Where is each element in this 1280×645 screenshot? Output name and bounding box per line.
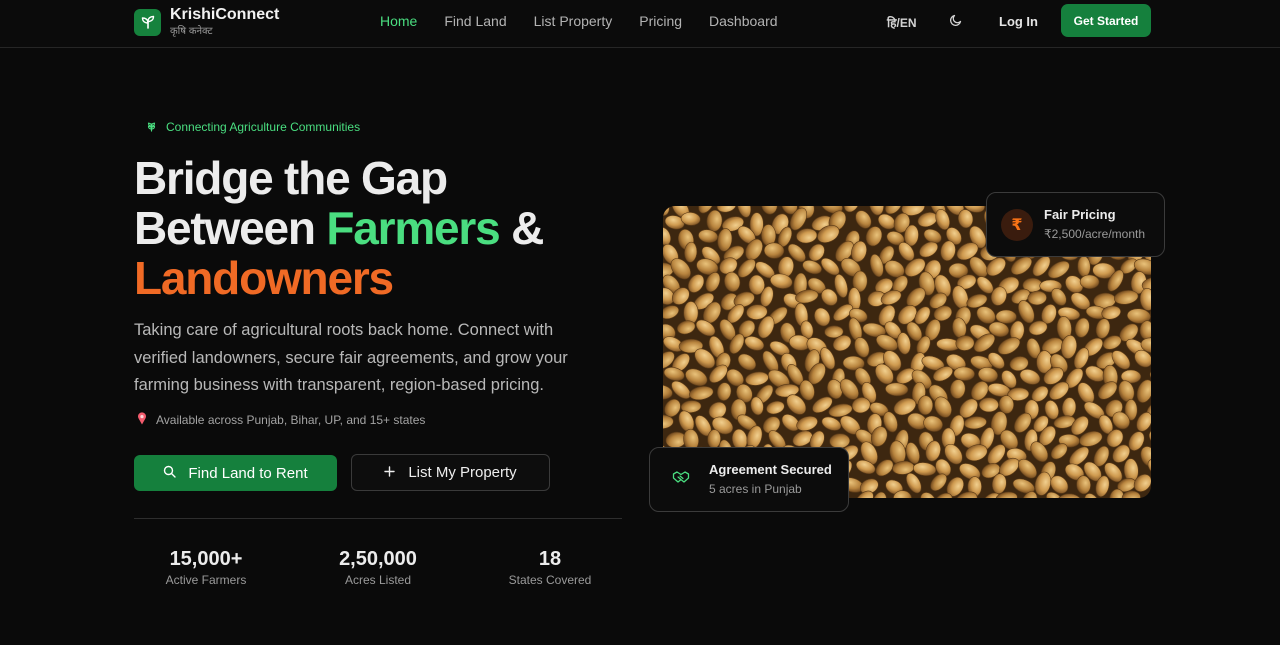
plus-icon — [384, 464, 396, 481]
stat-value: 15,000+ — [169, 548, 243, 570]
stat-value: 2,50,000 — [339, 548, 417, 570]
fair-pricing-card: ₹ Fair Pricing ₹2,500/acre/month — [986, 192, 1165, 257]
hero-description: Taking care of agricultural roots back h… — [134, 321, 568, 394]
headline-line2-pre: Between — [134, 202, 327, 254]
stat-farmers: 15,000+ Active Farmers — [136, 547, 276, 588]
stats-divider — [134, 518, 622, 519]
nav-home[interactable]: Home — [380, 13, 417, 29]
agreement-title: Agreement Secured — [709, 462, 832, 477]
brand-subtitle: कृषि कनेक्ट — [170, 26, 213, 37]
wheat-icon — [145, 119, 158, 135]
headline-landowners: Landowners — [134, 252, 394, 304]
stat-label: Acres Listed — [344, 573, 412, 587]
navbar: KrishiConnect कृषि कनेक्ट Home Find Land… — [0, 0, 1280, 48]
sprout-icon — [134, 8, 161, 36]
stat-states: 18 States Covered — [480, 547, 620, 588]
brand[interactable]: KrishiConnect कृषि कनेक्ट — [134, 6, 279, 38]
list-property-button[interactable]: List My Property — [351, 454, 550, 491]
nav-list-property[interactable]: List Property — [534, 13, 613, 29]
stat-label: Active Farmers — [165, 573, 247, 587]
hero-badge: Connecting Agriculture Communities — [145, 119, 360, 135]
availability-text: Available across Punjab, Bihar, UP, and … — [156, 413, 426, 427]
stat-value: 18 — [538, 548, 562, 570]
language-toggle[interactable]: हि/EN — [887, 14, 916, 31]
stat-label: States Covered — [508, 573, 592, 587]
get-started-button[interactable]: Get Started — [1061, 4, 1151, 37]
nav-find-land[interactable]: Find Land — [444, 13, 506, 29]
nav-pricing[interactable]: Pricing — [639, 13, 682, 29]
handshake-icon — [672, 469, 690, 490]
find-land-label: Find Land to Rent — [188, 464, 308, 482]
map-pin-icon — [137, 412, 147, 428]
find-land-button[interactable]: Find Land to Rent — [134, 455, 337, 491]
hero-headline: Bridge the Gap Between Farmers & Landown… — [134, 153, 654, 303]
stat-acres: 2,50,000 Acres Listed — [308, 547, 448, 588]
list-property-label: List My Property — [408, 464, 517, 481]
availability-note: Available across Punjab, Bihar, UP, and … — [137, 412, 425, 428]
headline-farmers: Farmers — [326, 202, 500, 254]
rupee-icon: ₹ — [1001, 208, 1033, 241]
search-icon — [163, 465, 177, 482]
nav-links: Home Find Land List Property Pricing Das… — [380, 13, 805, 29]
nav-dashboard[interactable]: Dashboard — [709, 13, 778, 29]
agreement-subtitle: 5 acres in Punjab — [709, 482, 802, 496]
login-link[interactable]: Log In — [999, 14, 1038, 29]
agreement-card: Agreement Secured 5 acres in Punjab — [649, 447, 849, 512]
moon-icon[interactable] — [948, 12, 964, 28]
headline-line2-post: & — [499, 202, 544, 254]
fair-pricing-title: Fair Pricing — [1044, 207, 1116, 222]
hero-badge-text: Connecting Agriculture Communities — [166, 120, 361, 134]
brand-name: KrishiConnect — [170, 6, 280, 23]
headline-line1: Bridge the Gap — [134, 152, 448, 204]
fair-pricing-subtitle: ₹2,500/acre/month — [1044, 227, 1146, 241]
